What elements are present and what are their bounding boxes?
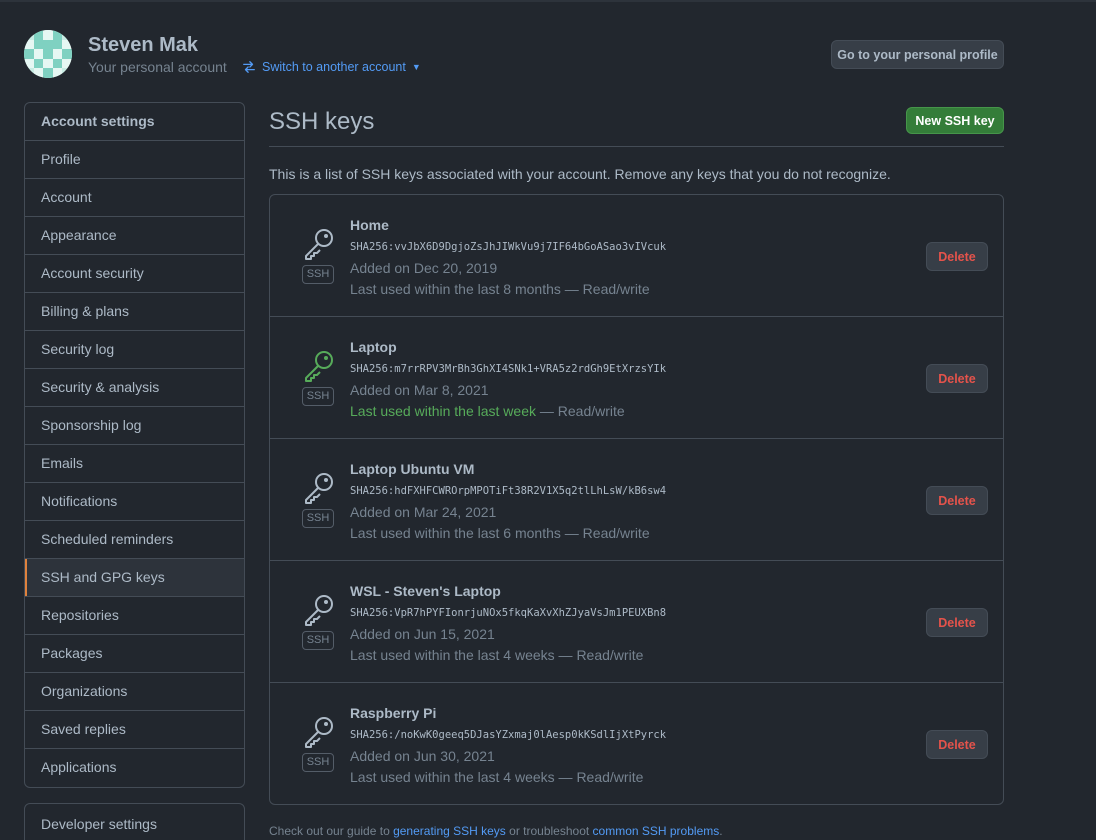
key-access: — Read/write xyxy=(560,525,650,541)
switch-arrows-icon xyxy=(243,61,255,73)
new-ssh-key-button[interactable]: New SSH key xyxy=(906,107,1004,134)
key-last-used-text: Last used within the last week xyxy=(350,403,536,419)
key-last-used: Last used within the last 6 months — Rea… xyxy=(350,525,650,541)
sidebar-item-appearance[interactable]: Appearance xyxy=(25,217,244,255)
key-name: WSL - Steven's Laptop xyxy=(350,583,501,599)
key-added-date: Added on Jun 30, 2021 xyxy=(350,748,495,764)
key-added-date: Added on Mar 8, 2021 xyxy=(350,382,489,398)
key-access: — Read/write xyxy=(536,403,625,419)
footer-help-text: Check out our guide to generating SSH ke… xyxy=(269,824,723,838)
sidebar-heading: Account settings xyxy=(25,103,244,141)
key-added-date: Added on Dec 20, 2019 xyxy=(350,260,498,276)
sidebar-item-packages[interactable]: Packages xyxy=(25,635,244,673)
sidebar-item-organizations[interactable]: Organizations xyxy=(25,673,244,711)
ssh-badge: SSH xyxy=(302,265,334,284)
key-access: — Read/write xyxy=(554,769,644,785)
top-border xyxy=(0,0,1096,2)
sidebar-item-account-security[interactable]: Account security xyxy=(25,255,244,293)
generating-ssh-keys-link[interactable]: generating SSH keys xyxy=(393,824,506,838)
switch-account-link[interactable]: Switch to another account ▼ xyxy=(242,60,421,74)
key-name: Laptop xyxy=(350,339,397,355)
sidebar-item-notifications[interactable]: Notifications xyxy=(25,483,244,521)
ssh-badge: SSH xyxy=(302,387,334,406)
key-access: — Read/write xyxy=(560,281,650,297)
list-item: SSH WSL - Steven's Laptop SHA256:VpR7hPY… xyxy=(270,561,1003,683)
list-item: SSH Laptop SHA256:m7rrRPV3MrBh3GhXI4SNk1… xyxy=(270,317,1003,439)
footer-suffix: . xyxy=(719,824,723,838)
key-fingerprint: SHA256:hdFXHFCWROrpMPOTiFt38R2V1X5q2tlLh… xyxy=(350,485,667,497)
footer-middle: or troubleshoot xyxy=(505,824,593,838)
ssh-badge: SSH xyxy=(302,509,334,528)
key-fingerprint: SHA256:/noKwK0geeq5DJasYZxmaj0lAesp0kKSd… xyxy=(350,729,667,741)
sidebar-item-security-analysis[interactable]: Security & analysis xyxy=(25,369,244,407)
page-title: SSH keys xyxy=(269,108,375,135)
sidebar-item-account[interactable]: Account xyxy=(25,179,244,217)
key-access: — Read/write xyxy=(554,647,644,663)
caret-down-icon: ▼ xyxy=(411,62,421,72)
key-added-date: Added on Mar 24, 2021 xyxy=(350,504,497,520)
footer-prefix: Check out our guide to xyxy=(269,824,394,838)
account-subtitle: Your personal account xyxy=(88,59,227,75)
key-added-date: Added on Jun 15, 2021 xyxy=(350,626,495,642)
settings-sidebar: Account settings Profile Account Appeara… xyxy=(24,102,245,788)
sidebar-item-scheduled-reminders[interactable]: Scheduled reminders xyxy=(25,521,244,559)
avatar-identicon xyxy=(24,30,72,78)
list-item: SSH Home SHA256:vvJbX6D9DgjoZsJhJIWkVu9j… xyxy=(270,195,1003,317)
key-last-used: Last used within the last week — Read/wr… xyxy=(350,403,625,419)
key-icon xyxy=(305,473,333,504)
key-fingerprint: SHA256:VpR7hPYFIonrjuNOx5fkqKaXvXhZJyaVs… xyxy=(350,607,667,619)
sidebar-item-billing[interactable]: Billing & plans xyxy=(25,293,244,331)
key-fingerprint: SHA256:vvJbX6D9DgjoZsJhJIWkVu9j7IF64bGoA… xyxy=(350,241,667,253)
ssh-badge: SSH xyxy=(302,753,334,772)
ssh-badge: SSH xyxy=(302,631,334,650)
sidebar-item-repositories[interactable]: Repositories xyxy=(25,597,244,635)
key-last-used-text: Last used within the last 4 weeks xyxy=(350,769,555,785)
key-last-used-text: Last used within the last 6 months xyxy=(350,525,561,541)
key-last-used: Last used within the last 4 weeks — Read… xyxy=(350,769,643,785)
common-ssh-problems-link[interactable]: common SSH problems xyxy=(593,824,720,838)
title-divider xyxy=(269,146,1004,147)
sidebar-item-sponsorship-log[interactable]: Sponsorship log xyxy=(25,407,244,445)
sidebar-item-security-log[interactable]: Security log xyxy=(25,331,244,369)
sidebar-item-applications[interactable]: Applications xyxy=(25,749,244,787)
delete-key-button[interactable]: Delete xyxy=(926,364,988,393)
avatar[interactable] xyxy=(24,30,72,78)
key-last-used: Last used within the last 8 months — Rea… xyxy=(350,281,650,297)
sidebar-item-ssh-gpg-keys[interactable]: SSH and GPG keys xyxy=(25,559,244,597)
key-name: Home xyxy=(350,217,389,233)
delete-key-button[interactable]: Delete xyxy=(926,242,988,271)
switch-account-label: Switch to another account xyxy=(262,60,406,74)
key-icon xyxy=(305,229,333,260)
sidebar-item-profile[interactable]: Profile xyxy=(25,141,244,179)
key-fingerprint: SHA256:m7rrRPV3MrBh3GhXI4SNk1+VRA5z2rdGh… xyxy=(350,363,667,375)
key-last-used-text: Last used within the last 4 weeks xyxy=(350,647,555,663)
sidebar-item-developer-settings[interactable]: Developer settings xyxy=(24,803,245,840)
account-name: Steven Mak xyxy=(88,34,199,56)
ssh-keys-list: SSH Home SHA256:vvJbX6D9DgjoZsJhJIWkVu9j… xyxy=(269,194,1004,805)
sidebar-item-emails[interactable]: Emails xyxy=(25,445,244,483)
key-last-used: Last used within the last 4 weeks — Read… xyxy=(350,647,643,663)
sidebar-item-saved-replies[interactable]: Saved replies xyxy=(25,711,244,749)
key-icon xyxy=(305,351,333,382)
list-item: SSH Laptop Ubuntu VM SHA256:hdFXHFCWROrp… xyxy=(270,439,1003,561)
key-last-used-text: Last used within the last 8 months xyxy=(350,281,561,297)
key-name: Raspberry Pi xyxy=(350,705,437,721)
delete-key-button[interactable]: Delete xyxy=(926,486,988,515)
go-to-profile-button[interactable]: Go to your personal profile xyxy=(831,40,1004,69)
list-item: SSH Raspberry Pi SHA256:/noKwK0geeq5DJas… xyxy=(270,683,1003,804)
page-description: This is a list of SSH keys associated wi… xyxy=(269,166,891,182)
delete-key-button[interactable]: Delete xyxy=(926,730,988,759)
key-icon xyxy=(305,595,333,626)
key-name: Laptop Ubuntu VM xyxy=(350,461,475,477)
delete-key-button[interactable]: Delete xyxy=(926,608,988,637)
key-icon xyxy=(305,717,333,748)
